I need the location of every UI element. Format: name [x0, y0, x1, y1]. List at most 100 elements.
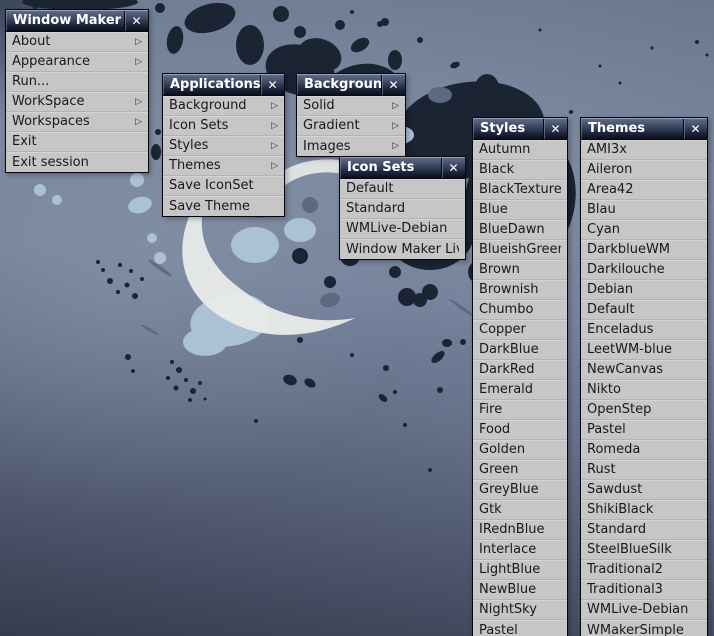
menu-item-fire[interactable]: Fire: [473, 400, 567, 420]
menu-item-shikiblack[interactable]: ShikiBlack: [581, 500, 707, 520]
menu-item-default[interactable]: Default: [581, 300, 707, 320]
close-button[interactable]: ✕: [260, 75, 284, 95]
menu-item-interlace[interactable]: Interlace: [473, 540, 567, 560]
menu-item-exit-session[interactable]: Exit session: [6, 152, 148, 172]
menu-item-save-theme[interactable]: Save Theme: [163, 196, 284, 216]
menu-item-images[interactable]: Images▷: [297, 136, 405, 156]
close-button[interactable]: ✕: [441, 158, 465, 178]
menu-item-default[interactable]: Default: [340, 179, 465, 199]
menu-item-styles[interactable]: Styles▷: [163, 136, 284, 156]
menu-item-icon-sets[interactable]: Icon Sets▷: [163, 116, 284, 136]
close-icon: ✕: [131, 11, 141, 31]
menu-item-irednblue[interactable]: IRednBlue: [473, 520, 567, 540]
menu-item-ami3x[interactable]: AMI3x: [581, 140, 707, 160]
menu-item-romeda[interactable]: Romeda: [581, 440, 707, 460]
menu-item-standard[interactable]: Standard: [340, 199, 465, 219]
submenu-arrow-icon: ▷: [388, 141, 399, 151]
menu-item-window-maker-live[interactable]: Window Maker Live: [340, 239, 465, 259]
close-button[interactable]: ✕: [683, 119, 707, 139]
menu-item-label: BlackTexture: [479, 182, 561, 197]
menu-item-save-iconset[interactable]: Save IconSet: [163, 176, 284, 196]
menu-item-chumbo[interactable]: Chumbo: [473, 300, 567, 320]
menu-item-label: Enceladus: [587, 322, 701, 337]
close-icon: ✕: [448, 158, 458, 178]
menu-item-exit[interactable]: Exit: [6, 132, 148, 152]
menu-item-nightsky[interactable]: NightSky: [473, 600, 567, 620]
menu-item-area42[interactable]: Area42: [581, 180, 707, 200]
menu-item-wmlive-debian[interactable]: WMLive-Debian: [581, 600, 707, 620]
menu-item-copper[interactable]: Copper: [473, 320, 567, 340]
menu-item-food[interactable]: Food: [473, 420, 567, 440]
submenu-arrow-icon: ▷: [131, 97, 142, 107]
menu-item-lightblue[interactable]: LightBlue: [473, 560, 567, 580]
menu-item-enceladus[interactable]: Enceladus: [581, 320, 707, 340]
menu-item-brown[interactable]: Brown: [473, 260, 567, 280]
menu-item-cyan[interactable]: Cyan: [581, 220, 707, 240]
menu-item-blau[interactable]: Blau: [581, 200, 707, 220]
menu-item-label: Chumbo: [479, 302, 561, 317]
close-icon: ✕: [550, 119, 560, 139]
menu-item-emerald[interactable]: Emerald: [473, 380, 567, 400]
menu-item-openstep[interactable]: OpenStep: [581, 400, 707, 420]
menu-item-bluedawn[interactable]: BlueDawn: [473, 220, 567, 240]
close-button[interactable]: ✕: [381, 75, 405, 95]
close-button[interactable]: ✕: [543, 119, 567, 139]
menu-item-pastel[interactable]: Pastel: [581, 420, 707, 440]
menu-items: AMI3xAileronArea42BlauCyanDarkblueWMDark…: [581, 139, 707, 636]
menu-item-leetwm-blue[interactable]: LeetWM-blue: [581, 340, 707, 360]
menu-item-wmakersimple[interactable]: WMakerSimple: [581, 620, 707, 636]
menu-item-run-[interactable]: Run...: [6, 72, 148, 92]
menu-item-solid[interactable]: Solid▷: [297, 96, 405, 116]
menu-item-darkilouche[interactable]: Darkilouche: [581, 260, 707, 280]
menu-item-autumn[interactable]: Autumn: [473, 140, 567, 160]
menu-item-steelbluesilk[interactable]: SteelBlueSilk: [581, 540, 707, 560]
icon-sets-titlebar[interactable]: Icon Sets ✕: [340, 157, 465, 178]
menu-item-standard[interactable]: Standard: [581, 520, 707, 540]
menu-item-newcanvas[interactable]: NewCanvas: [581, 360, 707, 380]
menu-item-aileron[interactable]: Aileron: [581, 160, 707, 180]
menu-item-label: Solid: [303, 98, 388, 113]
menu-item-label: Green: [479, 462, 561, 477]
menu-item-black[interactable]: Black: [473, 160, 567, 180]
menu-item-label: Traditional3: [587, 582, 701, 597]
menu-item-debian[interactable]: Debian: [581, 280, 707, 300]
applications-titlebar[interactable]: Applications ✕: [163, 74, 284, 95]
menu-item-green[interactable]: Green: [473, 460, 567, 480]
menu-item-traditional2[interactable]: Traditional2: [581, 560, 707, 580]
menu-item-newblue[interactable]: NewBlue: [473, 580, 567, 600]
menu-item-workspace[interactable]: WorkSpace▷: [6, 92, 148, 112]
menu-item-themes[interactable]: Themes▷: [163, 156, 284, 176]
menu-item-about[interactable]: About▷: [6, 32, 148, 52]
menu-item-label: Golden: [479, 442, 561, 457]
menu-item-label: Debian: [587, 282, 701, 297]
menu-item-label: Blue: [479, 202, 561, 217]
menu-item-gtk[interactable]: Gtk: [473, 500, 567, 520]
menu-item-blueishgreen[interactable]: BlueishGreen: [473, 240, 567, 260]
menu-item-golden[interactable]: Golden: [473, 440, 567, 460]
menu-item-appearance[interactable]: Appearance▷: [6, 52, 148, 72]
menu-item-background[interactable]: Background▷: [163, 96, 284, 116]
menu-item-greyblue[interactable]: GreyBlue: [473, 480, 567, 500]
menu-item-gradient[interactable]: Gradient▷: [297, 116, 405, 136]
menu-item-wmlive-debian[interactable]: WMLive-Debian: [340, 219, 465, 239]
menu-item-blacktexture[interactable]: BlackTexture: [473, 180, 567, 200]
themes-titlebar[interactable]: Themes ✕: [581, 118, 707, 139]
menu-item-workspaces[interactable]: Workspaces▷: [6, 112, 148, 132]
menu-item-darkred[interactable]: DarkRed: [473, 360, 567, 380]
window-maker-titlebar[interactable]: Window Maker ✕: [6, 10, 148, 31]
menu-item-blue[interactable]: Blue: [473, 200, 567, 220]
menu-item-traditional3[interactable]: Traditional3: [581, 580, 707, 600]
menu-item-label: Appearance: [12, 54, 131, 69]
background-titlebar[interactable]: Background ✕: [297, 74, 405, 95]
menu-item-label: Default: [587, 302, 701, 317]
menu-item-rust[interactable]: Rust: [581, 460, 707, 480]
menu-item-nikto[interactable]: Nikto: [581, 380, 707, 400]
menu-item-brownish[interactable]: Brownish: [473, 280, 567, 300]
menu-item-darkblue[interactable]: DarkBlue: [473, 340, 567, 360]
menu-item-label: Fire: [479, 402, 561, 417]
menu-item-sawdust[interactable]: Sawdust: [581, 480, 707, 500]
menu-item-darkbluewm[interactable]: DarkblueWM: [581, 240, 707, 260]
styles-titlebar[interactable]: Styles ✕: [473, 118, 567, 139]
menu-item-pastel[interactable]: Pastel: [473, 620, 567, 636]
close-button[interactable]: ✕: [124, 11, 148, 31]
